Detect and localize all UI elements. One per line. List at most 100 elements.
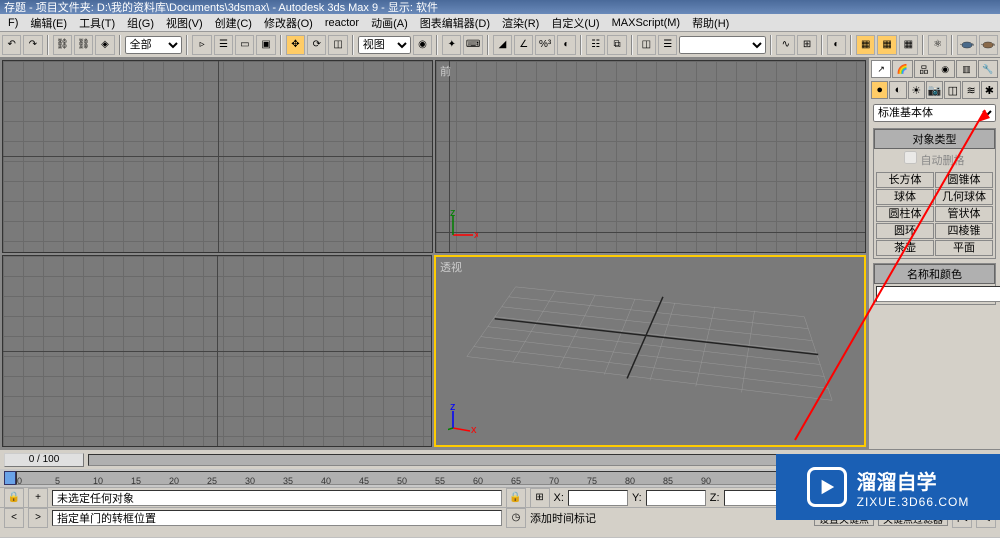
link-icon[interactable]: ⛓ [53, 35, 72, 55]
spacewarps-icon[interactable]: ≋ [962, 81, 979, 99]
scale-icon[interactable]: ◫ [328, 35, 347, 55]
tube-button[interactable]: 管状体 [935, 206, 993, 222]
viewport-top-left[interactable] [2, 60, 433, 253]
modify-tab-icon[interactable]: 🌈 [892, 60, 912, 78]
objtype-rollout-header[interactable]: 对象类型 [874, 129, 995, 149]
hierarchy-tab-icon[interactable]: 品 [914, 60, 934, 78]
geometry-icon[interactable]: ● [871, 81, 888, 99]
lights-icon[interactable]: ☀ [908, 81, 925, 99]
create-tab-icon[interactable]: ↗ [871, 60, 891, 78]
namecolor-rollout-header[interactable]: 名称和颜色 [874, 264, 995, 284]
curve-editor-icon[interactable]: ∿ [776, 35, 795, 55]
menu-create[interactable]: 创建(C) [209, 15, 258, 31]
y-input[interactable] [646, 490, 706, 506]
lock-icon[interactable]: 🔒 [4, 488, 24, 508]
window-crossing-icon[interactable]: ▣ [256, 35, 275, 55]
menu-group[interactable]: 组(G) [121, 15, 160, 31]
move-icon[interactable]: ✥ [286, 35, 305, 55]
menu-graph[interactable]: 图表编辑器(D) [414, 15, 496, 31]
script-icon[interactable]: < [4, 508, 24, 528]
menu-render[interactable]: 渲染(R) [496, 15, 545, 31]
x-input[interactable] [568, 490, 628, 506]
menu-customize[interactable]: 自定义(U) [545, 15, 605, 31]
autogrid-checkbox[interactable]: 自动删格 [874, 149, 995, 170]
window-title: 存题 - 项目文件夹: D:\我的资料库\Documents\3dsmax\ -… [4, 0, 438, 15]
select-region-icon[interactable]: ▭ [235, 35, 254, 55]
menu-views[interactable]: 视图(V) [160, 15, 209, 31]
geosphere-button[interactable]: 几何球体 [935, 189, 993, 205]
rotate-icon[interactable]: ⟳ [307, 35, 326, 55]
teapot2-icon[interactable] [979, 35, 998, 55]
render-scene-icon[interactable]: ▦ [856, 35, 875, 55]
main-toolbar: ↶ ↷ ⛓ ⛓ ◈ 全部 ▹ ☰ ▭ ▣ ✥ ⟳ ◫ 视图 ◉ ✦ ⌨ ◢ ∠ … [0, 32, 1000, 58]
systems-icon[interactable]: ✱ [981, 81, 998, 99]
plane-button[interactable]: 平面 [935, 240, 993, 256]
snap-icon[interactable]: ◢ [493, 35, 512, 55]
align-icon[interactable]: ◫ [637, 35, 656, 55]
bind-icon[interactable]: ◈ [95, 35, 114, 55]
listener-icon[interactable]: > [28, 508, 48, 528]
quick-render-icon[interactable]: ▦ [899, 35, 918, 55]
watermark: 溜溜自学 ZIXUE.3D66.COM [776, 454, 1000, 520]
display-tab-icon[interactable]: ▥ [956, 60, 976, 78]
abs-rel-icon[interactable]: ⊞ [530, 488, 550, 508]
ref-coord-select[interactable]: 视图 [358, 36, 411, 54]
menu-animation[interactable]: 动画(A) [365, 15, 414, 31]
teapot-button[interactable]: 茶壶 [876, 240, 934, 256]
select-icon[interactable]: ▹ [192, 35, 211, 55]
time-tag-icon[interactable]: ◷ [506, 508, 526, 528]
svg-text:x: x [471, 424, 477, 433]
sphere-button[interactable]: 球体 [876, 189, 934, 205]
category-select[interactable]: 标准基本体 [873, 104, 996, 122]
shapes-icon[interactable]: ◐ [889, 81, 906, 99]
cameras-icon[interactable]: 📷 [926, 81, 943, 99]
motion-tab-icon[interactable]: ◉ [935, 60, 955, 78]
keyboard-icon[interactable]: ⌨ [463, 35, 482, 55]
reactor-icon[interactable]: ⚛ [928, 35, 947, 55]
menu-help[interactable]: 帮助(H) [686, 15, 735, 31]
mirror-icon[interactable]: ⧉ [607, 35, 626, 55]
angle-snap-icon[interactable]: ∠ [514, 35, 533, 55]
viewport-perspective[interactable]: 透视 [434, 255, 866, 448]
utilities-tab-icon[interactable]: 🔧 [978, 60, 998, 78]
selection-filter-select[interactable]: 全部 [125, 36, 183, 54]
percent-snap-icon[interactable]: %³ [535, 35, 554, 55]
box-button[interactable]: 长方体 [876, 172, 934, 188]
undo-icon[interactable]: ↶ [2, 35, 21, 55]
time-slider[interactable]: 0 / 100 [4, 453, 84, 467]
viewport-bottom-left[interactable] [2, 255, 432, 448]
redo-icon[interactable]: ↷ [23, 35, 42, 55]
named-sel-set-select[interactable] [679, 36, 766, 54]
menu-edit[interactable]: 编辑(E) [24, 15, 73, 31]
pyramid-button[interactable]: 四棱锥 [935, 223, 993, 239]
cylinder-button[interactable]: 圆柱体 [876, 206, 934, 222]
torus-button[interactable]: 圆环 [876, 223, 934, 239]
pivot-icon[interactable]: ◉ [413, 35, 432, 55]
teapot1-icon[interactable] [957, 35, 976, 55]
menu-file[interactable]: F) [2, 17, 24, 29]
material-icon[interactable]: ◐ [827, 35, 846, 55]
z-input[interactable] [724, 490, 784, 506]
menu-reactor[interactable]: reactor [319, 17, 365, 29]
spinner-snap-icon[interactable]: ◐ [557, 35, 576, 55]
object-name-input[interactable] [876, 286, 1000, 302]
tick-label: 55 [435, 476, 445, 486]
menu-tools[interactable]: 工具(T) [73, 15, 121, 31]
select-manipulate-icon[interactable]: ✦ [442, 35, 461, 55]
schematic-icon[interactable]: ⊞ [797, 35, 816, 55]
helpers-icon[interactable]: ◫ [944, 81, 961, 99]
add-icon[interactable]: + [28, 488, 48, 508]
tick-label: 65 [511, 476, 521, 486]
select-name-icon[interactable]: ☰ [214, 35, 233, 55]
unlink-icon[interactable]: ⛓ [74, 35, 93, 55]
render-icon[interactable]: ▦ [877, 35, 896, 55]
lock-sel-icon[interactable]: 🔒 [506, 488, 526, 508]
menu-modifiers[interactable]: 修改器(O) [258, 15, 319, 31]
menu-maxscript[interactable]: MAXScript(M) [606, 17, 686, 29]
timeline-marker[interactable] [4, 471, 16, 485]
axis-gizmo-icon: x z [448, 403, 478, 433]
viewport-top-right[interactable]: 前 xz [435, 60, 866, 253]
cone-button[interactable]: 圆锥体 [935, 172, 993, 188]
named-sel-icon[interactable]: ☷ [586, 35, 605, 55]
layers-icon[interactable]: ☰ [658, 35, 677, 55]
